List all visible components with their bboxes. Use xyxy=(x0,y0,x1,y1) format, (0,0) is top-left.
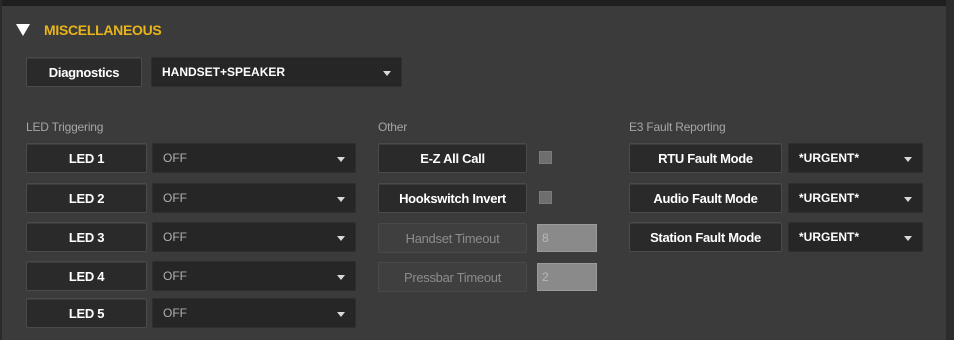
led-4-select[interactable]: OFF xyxy=(152,261,356,291)
station-fault-mode-select[interactable]: *URGENT* xyxy=(788,222,923,252)
diagnostics-mode-value: HANDSET+SPEAKER xyxy=(162,65,286,79)
led-5-button[interactable]: LED 5 xyxy=(26,298,147,328)
led-2-value: OFF xyxy=(163,191,187,205)
led-2-button[interactable]: LED 2 xyxy=(26,183,147,213)
chevron-down-icon xyxy=(904,157,912,162)
led-4-button[interactable]: LED 4 xyxy=(26,261,147,291)
other-heading: Other xyxy=(378,120,408,134)
audio-fault-mode-value: *URGENT* xyxy=(799,191,860,205)
station-fault-mode-value: *URGENT* xyxy=(799,230,860,244)
chevron-down-icon xyxy=(904,197,912,202)
miscellaneous-panel: MISCELLANEOUS Diagnostics HANDSET+SPEAKE… xyxy=(0,0,954,340)
chevron-down-icon xyxy=(337,312,345,317)
chevron-down-icon xyxy=(337,275,345,280)
led-1-value: OFF xyxy=(163,151,187,165)
led-2-select[interactable]: OFF xyxy=(152,183,356,213)
panel-top-border xyxy=(2,0,954,6)
chevron-down-icon xyxy=(337,197,345,202)
diagnostics-mode-select[interactable]: HANDSET+SPEAKER xyxy=(151,57,402,87)
led-3-button[interactable]: LED 3 xyxy=(26,222,147,252)
rtu-fault-mode-value: *URGENT* xyxy=(799,151,860,165)
led-3-value: OFF xyxy=(163,230,187,244)
pressbar-timeout-field[interactable]: 2 xyxy=(537,263,597,291)
chevron-down-icon xyxy=(337,236,345,241)
pressbar-timeout-button: Pressbar Timeout xyxy=(378,262,527,292)
hookswitch-invert-checkbox[interactable] xyxy=(539,191,552,204)
led-5-value: OFF xyxy=(163,306,187,320)
hookswitch-invert-button[interactable]: Hookswitch Invert xyxy=(378,183,527,213)
led-1-button[interactable]: LED 1 xyxy=(26,143,147,173)
ez-all-call-button[interactable]: E-Z All Call xyxy=(378,143,527,173)
diagnostics-button[interactable]: Diagnostics xyxy=(26,57,142,87)
handset-timeout-field[interactable]: 8 xyxy=(537,224,597,252)
led-4-value: OFF xyxy=(163,269,187,283)
rtu-fault-mode-button[interactable]: RTU Fault Mode xyxy=(629,143,782,173)
collapse-triangle-icon[interactable] xyxy=(16,24,30,36)
station-fault-mode-button[interactable]: Station Fault Mode xyxy=(629,222,782,252)
led-triggering-heading: LED Triggering xyxy=(26,120,104,134)
led-1-select[interactable]: OFF xyxy=(152,143,356,173)
ez-all-call-checkbox[interactable] xyxy=(539,151,552,164)
handset-timeout-button: Handset Timeout xyxy=(378,223,527,253)
e3-fault-heading: E3 Fault Reporting xyxy=(629,120,726,134)
audio-fault-mode-select[interactable]: *URGENT* xyxy=(788,183,923,213)
chevron-down-icon xyxy=(383,71,391,76)
panel-right-border xyxy=(946,0,954,340)
chevron-down-icon xyxy=(904,236,912,241)
section-title: MISCELLANEOUS xyxy=(44,22,162,38)
chevron-down-icon xyxy=(337,157,345,162)
led-5-select[interactable]: OFF xyxy=(152,298,356,328)
audio-fault-mode-button[interactable]: Audio Fault Mode xyxy=(629,183,782,213)
led-3-select[interactable]: OFF xyxy=(152,222,356,252)
rtu-fault-mode-select[interactable]: *URGENT* xyxy=(788,143,923,173)
section-header[interactable]: MISCELLANEOUS xyxy=(16,18,162,42)
